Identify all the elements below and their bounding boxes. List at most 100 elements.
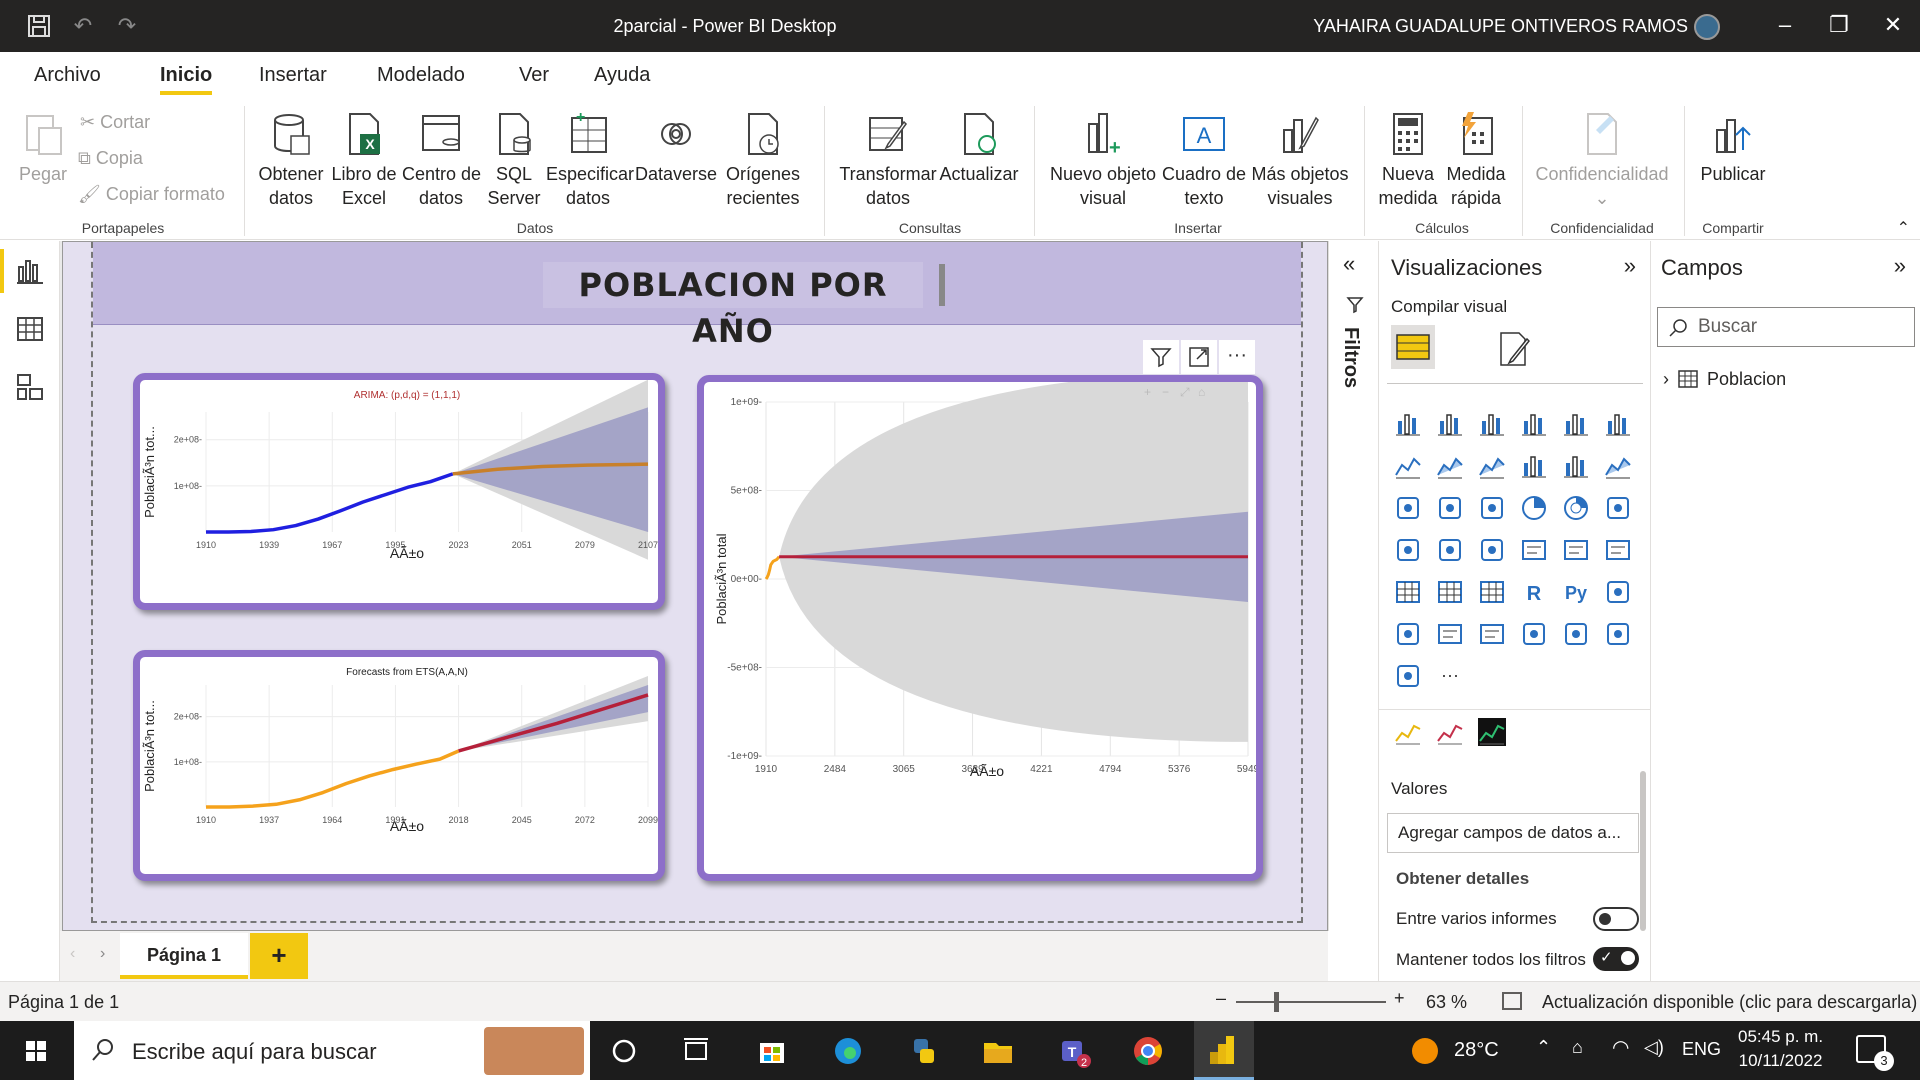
tab-archivo[interactable]: Archivo: [34, 64, 101, 87]
line-column-icon[interactable]: [1519, 451, 1549, 481]
format-painter-button[interactable]: 🖌 Copiar formato: [78, 184, 225, 205]
custom-line-icon[interactable]: [1435, 717, 1465, 747]
filled-map-icon[interactable]: [1435, 535, 1465, 565]
powerbi-taskbar-button[interactable]: [1194, 1021, 1254, 1080]
key-influencers-icon[interactable]: [1603, 577, 1633, 607]
clock[interactable]: 05:45 p. m. 10/11/2022: [1738, 1027, 1823, 1071]
funnel-icon[interactable]: [1435, 493, 1465, 523]
cross-report-toggle[interactable]: [1593, 907, 1639, 931]
store-icon[interactable]: [752, 1031, 792, 1071]
card-icon[interactable]: [1519, 535, 1549, 565]
report-page[interactable]: POBLACION POR AÑO ··· 1910 1939 1967 1995 20…: [62, 241, 1328, 931]
paste-button[interactable]: Pegar: [18, 110, 68, 186]
filters-label[interactable]: Filtros: [1339, 327, 1362, 388]
matrix-icon[interactable]: [1477, 577, 1507, 607]
100-column-icon[interactable]: [1603, 409, 1633, 439]
collapse-fields-icon[interactable]: »: [1894, 253, 1906, 279]
keep-filters-toggle[interactable]: ✓: [1593, 947, 1639, 971]
weather-sun-icon[interactable]: [1410, 1036, 1440, 1066]
multi-row-card-icon[interactable]: [1561, 535, 1591, 565]
area-icon[interactable]: [1435, 451, 1465, 481]
expand-chevron-icon[interactable]: «: [1343, 251, 1355, 277]
data-view-icon[interactable]: [14, 313, 46, 345]
smart-narrative-icon[interactable]: [1393, 661, 1423, 691]
page-tab-1[interactable]: Página 1: [120, 933, 248, 979]
sensitivity-button[interactable]: Confidencialidad ⌄: [1532, 110, 1672, 210]
format-visual-tab[interactable]: [1495, 329, 1535, 369]
teams-icon[interactable]: T2: [1054, 1031, 1094, 1071]
gauge-icon[interactable]: [1477, 535, 1507, 565]
filters-pane-collapsed[interactable]: « Filtros: [1328, 241, 1378, 931]
dataverse-button[interactable]: Dataverse: [634, 110, 718, 186]
waterfall-icon[interactable]: [1393, 493, 1423, 523]
zoom-out-button[interactable]: –: [1216, 988, 1226, 1009]
tab-ayuda[interactable]: Ayuda: [594, 64, 650, 87]
table-item-poblacion[interactable]: › Poblacion: [1663, 369, 1786, 390]
copy-button[interactable]: ⧉ Copia: [78, 148, 143, 169]
language-indicator[interactable]: ENG: [1682, 1039, 1721, 1060]
zoom-slider[interactable]: [1236, 1001, 1386, 1003]
new-measure-button[interactable]: Nueva medida: [1376, 110, 1440, 210]
refresh-button[interactable]: Actualizar: [938, 110, 1020, 186]
tab-inicio[interactable]: Inicio: [160, 64, 213, 95]
textbox-button[interactable]: A Cuadro de texto: [1160, 110, 1248, 210]
new-visual-button[interactable]: + Nuevo objeto visual: [1046, 110, 1160, 210]
scatter-icon[interactable]: [1477, 493, 1507, 523]
ets-visual[interactable]: 1910 1937 1964 1991 2018 2045 2072 2099 1e+08- 2e…: [133, 650, 665, 881]
arima-visual[interactable]: 1910 1939 1967 1995 2023 2051 2079 2107 1e+08- 2e…: [133, 373, 665, 610]
network-icon[interactable]: ⌂: [1572, 1037, 1583, 1058]
table-icon[interactable]: [1435, 577, 1465, 607]
minimize-icon[interactable]: –: [1770, 12, 1800, 38]
paginated-icon[interactable]: [1519, 619, 1549, 649]
power-apps-icon[interactable]: [1561, 619, 1591, 649]
custom-area-icon[interactable]: [1393, 717, 1423, 747]
show-hidden-icons[interactable]: ⌃: [1536, 1037, 1551, 1058]
power-automate-icon[interactable]: [1603, 619, 1633, 649]
data-hub-button[interactable]: Centro de datos: [402, 110, 481, 210]
temperature[interactable]: 28°C: [1454, 1039, 1499, 1062]
slicer-icon[interactable]: [1393, 577, 1423, 607]
cut-button[interactable]: ✂ Cortar: [80, 112, 150, 133]
wifi-icon[interactable]: ◠: [1612, 1035, 1629, 1060]
scrollbar[interactable]: [1640, 771, 1646, 931]
stacked-column-icon[interactable]: [1435, 409, 1465, 439]
build-visual-tab[interactable]: [1391, 325, 1435, 369]
enter-data-button[interactable]: + Especificar datos: [546, 110, 634, 210]
sql-button[interactable]: SQL Server: [487, 110, 541, 210]
filter-icon[interactable]: [1143, 340, 1179, 374]
values-drop-well[interactable]: Agregar campos de datos a...: [1387, 813, 1639, 853]
avatar[interactable]: [1694, 14, 1720, 40]
prev-page-icon[interactable]: ‹: [70, 945, 75, 963]
python-icon[interactable]: [904, 1031, 944, 1071]
excel-button[interactable]: X Libro de Excel: [329, 110, 399, 210]
report-title[interactable]: POBLACION POR AÑO: [543, 262, 923, 350]
cortana-icon[interactable]: [604, 1031, 644, 1071]
more-icon[interactable]: ···: [1435, 661, 1465, 691]
stacked-area-icon[interactable]: [1477, 451, 1507, 481]
python-visual-icon[interactable]: Py: [1561, 577, 1591, 607]
pie-icon[interactable]: [1519, 493, 1549, 523]
task-view-icon[interactable]: [676, 1031, 716, 1071]
zoom-in-button[interactable]: +: [1394, 988, 1405, 1009]
recent-sources-button[interactable]: Orígenes recientes: [718, 110, 808, 210]
edge-icon[interactable]: [828, 1031, 868, 1071]
tab-insertar[interactable]: Insertar: [259, 64, 327, 87]
ribbon-icon[interactable]: [1603, 451, 1633, 481]
line-clustered-icon[interactable]: [1561, 451, 1591, 481]
focus-mode-icon[interactable]: [1181, 340, 1217, 374]
model-view-icon[interactable]: [14, 371, 46, 403]
donut-icon[interactable]: [1561, 493, 1591, 523]
more-options-icon[interactable]: ···: [1219, 340, 1255, 374]
fields-search-input[interactable]: Buscar: [1657, 307, 1915, 347]
map-icon[interactable]: [1393, 535, 1423, 565]
get-data-button[interactable]: Obtener datos: [256, 110, 326, 210]
clustered-bar-icon[interactable]: [1477, 409, 1507, 439]
update-notice[interactable]: Actualización disponible (clic para desc…: [1542, 992, 1917, 1013]
next-page-icon[interactable]: ›: [100, 945, 105, 963]
tab-modelado[interactable]: Modelado: [377, 64, 465, 87]
restore-icon[interactable]: ❐: [1824, 12, 1854, 38]
file-explorer-icon[interactable]: [978, 1031, 1018, 1071]
treemap-icon[interactable]: [1603, 493, 1633, 523]
narrative-icon[interactable]: [1477, 619, 1507, 649]
report-view-icon[interactable]: [14, 255, 46, 287]
